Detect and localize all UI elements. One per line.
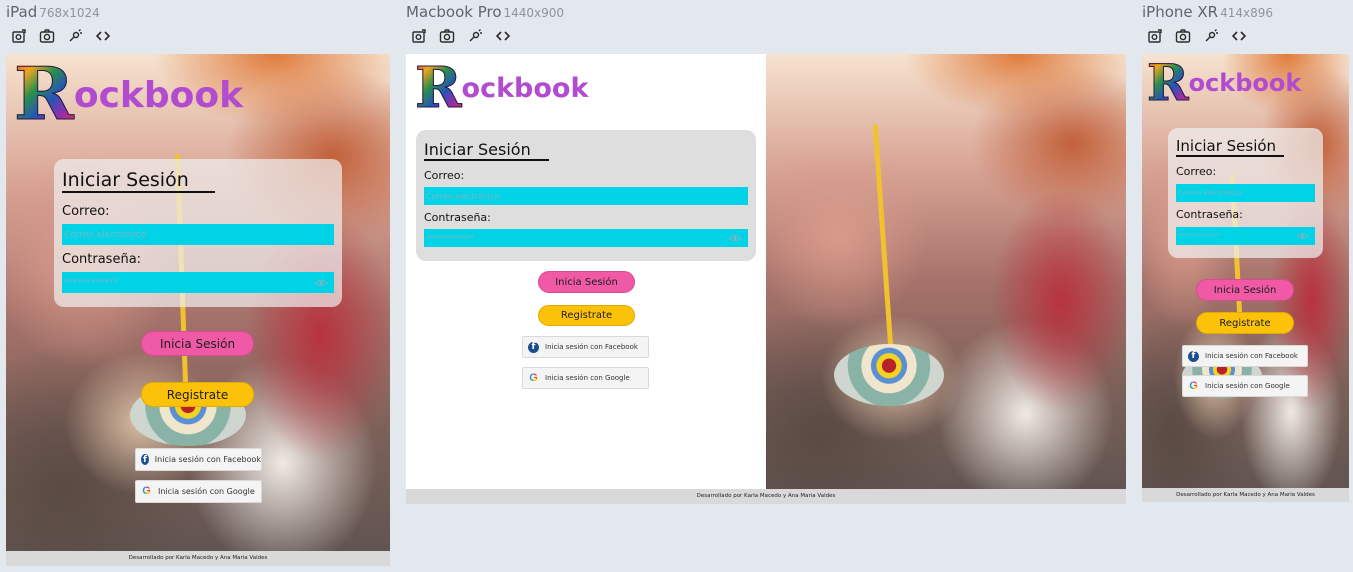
macbook-viewport: R ockbook Iniciar Sesión Correo: Correo … — [406, 54, 1126, 504]
google-login-label: Inicia sesión con Google — [158, 487, 255, 496]
facebook-login-label: Inicia sesión con Facebook — [154, 455, 261, 464]
email-field[interactable]: Correo electrónico — [62, 224, 334, 245]
debug-tool-icon[interactable] — [467, 28, 483, 44]
password-field[interactable]: ************ — [424, 229, 748, 247]
google-icon: G — [529, 371, 538, 384]
logo: R ockbook — [14, 54, 244, 136]
logo-wordmark: ockbook — [461, 73, 589, 104]
password-label: Contraseña: — [424, 211, 491, 224]
screenshot-icon[interactable] — [439, 28, 455, 44]
show-password-icon[interactable] — [1296, 232, 1309, 240]
google-icon: G — [142, 485, 151, 497]
facebook-login-button[interactable]: f Inicia sesión con Facebook — [522, 336, 649, 358]
login-card: Iniciar Sesión Correo: Correo electrónic… — [1168, 128, 1323, 258]
show-password-icon[interactable] — [728, 234, 742, 243]
login-title: Iniciar Sesión — [1176, 137, 1285, 157]
google-login-button[interactable]: G Inicia sesión con Google — [1182, 375, 1308, 397]
logo-initial: R — [14, 54, 75, 136]
rotate-device-icon[interactable] — [1147, 28, 1163, 44]
screenshot-icon[interactable] — [39, 28, 55, 44]
device-toolbar-ipad — [11, 28, 111, 44]
device-label-iphone: iPhone XR 414x896 — [1142, 3, 1273, 21]
register-button[interactable]: Registrate — [538, 305, 635, 326]
email-label: Correo: — [1176, 165, 1217, 178]
facebook-login-label: Inicia sesión con Facebook — [1205, 352, 1298, 360]
device-name: Macbook Pro — [406, 3, 502, 21]
device-name: iPad — [6, 3, 38, 21]
google-login-label: Inicia sesión con Google — [545, 374, 630, 382]
google-login-button[interactable]: G Inicia sesión con Google — [135, 480, 262, 503]
login-button[interactable]: Inicia Sesión — [1196, 279, 1294, 301]
device-toolbar-iphone — [1147, 28, 1247, 44]
code-icon[interactable] — [1231, 28, 1247, 44]
rotate-device-icon[interactable] — [411, 28, 427, 44]
screenshot-icon[interactable] — [1175, 28, 1191, 44]
facebook-icon: f — [1188, 350, 1199, 362]
device-toolbar-macbook — [411, 28, 511, 44]
footer: Desarrollado por Karla Macedo y Ana Mari… — [406, 489, 1126, 504]
rotate-device-icon[interactable] — [11, 28, 27, 44]
painted-stone-image — [834, 344, 944, 406]
password-placeholder: ************ — [1178, 232, 1220, 240]
facebook-login-button[interactable]: f Inicia sesión con Facebook — [1182, 345, 1308, 367]
password-label: Contraseña: — [62, 252, 142, 267]
hero-photo-panel — [766, 54, 1126, 504]
google-login-label: Inicia sesión con Google — [1205, 382, 1290, 390]
login-card: Iniciar Sesión Correo: Correo electrónic… — [54, 159, 342, 307]
register-button[interactable]: Registrate — [1196, 312, 1294, 334]
device-name: iPhone XR — [1142, 3, 1219, 21]
footer: Desarrollado por Karla Macedo y Ana Mari… — [1142, 488, 1349, 502]
code-icon[interactable] — [95, 28, 111, 44]
logo-initial: R — [1147, 54, 1190, 112]
email-label: Correo: — [424, 169, 465, 182]
register-button[interactable]: Registrate — [141, 382, 254, 407]
device-label-macbook: Macbook Pro 1440x900 — [406, 3, 564, 21]
email-placeholder: Correo electrónico — [64, 229, 147, 240]
facebook-icon: f — [141, 454, 149, 465]
email-label: Correo: — [62, 204, 110, 219]
password-field[interactable]: ************ — [1176, 227, 1315, 245]
email-field[interactable]: Correo electrónico — [424, 187, 748, 205]
logo-wordmark: ockbook — [1188, 69, 1302, 97]
background-photo — [1142, 54, 1349, 502]
logo: R ockbook — [415, 55, 589, 121]
logo: R ockbook — [1147, 54, 1302, 112]
device-dimensions: 414x896 — [1220, 6, 1274, 20]
google-icon: G — [1189, 379, 1198, 392]
device-dimensions: 768x1024 — [39, 6, 100, 20]
debug-tool-icon[interactable] — [67, 28, 83, 44]
ipad-viewport: R ockbook Iniciar Sesión Correo: Correo … — [6, 54, 390, 566]
facebook-login-button[interactable]: f Inicia sesión con Facebook — [135, 448, 262, 471]
password-label: Contraseña: — [1176, 208, 1243, 221]
debug-tool-icon[interactable] — [1203, 28, 1219, 44]
login-card: Iniciar Sesión Correo: Correo electrónic… — [416, 130, 756, 261]
show-password-icon[interactable] — [314, 278, 328, 287]
password-placeholder: ************ — [426, 233, 474, 243]
code-icon[interactable] — [495, 28, 511, 44]
logo-wordmark: ockbook — [73, 75, 244, 116]
background-photo — [766, 54, 1126, 504]
login-button[interactable]: Inicia Sesión — [141, 331, 254, 356]
logo-initial: R — [415, 55, 463, 121]
email-field[interactable]: Correo electrónico — [1176, 184, 1315, 202]
iphone-viewport: R ockbook Iniciar Sesión Correo: Correo … — [1142, 54, 1349, 502]
login-title: Iniciar Sesión — [62, 169, 215, 193]
login-title: Iniciar Sesión — [424, 140, 549, 161]
login-button[interactable]: Inicia Sesión — [538, 271, 635, 293]
facebook-login-label: Inicia sesión con Facebook — [545, 343, 638, 351]
device-label-ipad: iPad 768x1024 — [6, 3, 100, 21]
email-placeholder: Correo electrónico — [426, 191, 500, 201]
device-dimensions: 1440x900 — [503, 6, 565, 20]
password-field[interactable]: ************ — [62, 272, 334, 293]
email-placeholder: Correo electrónico — [1178, 189, 1243, 197]
footer: Desarrollado por Karla Macedo y Ana Mari… — [6, 551, 390, 566]
password-placeholder: ************ — [64, 277, 118, 288]
google-login-button[interactable]: G Inicia sesión con Google — [522, 367, 649, 389]
facebook-icon: f — [528, 341, 539, 353]
